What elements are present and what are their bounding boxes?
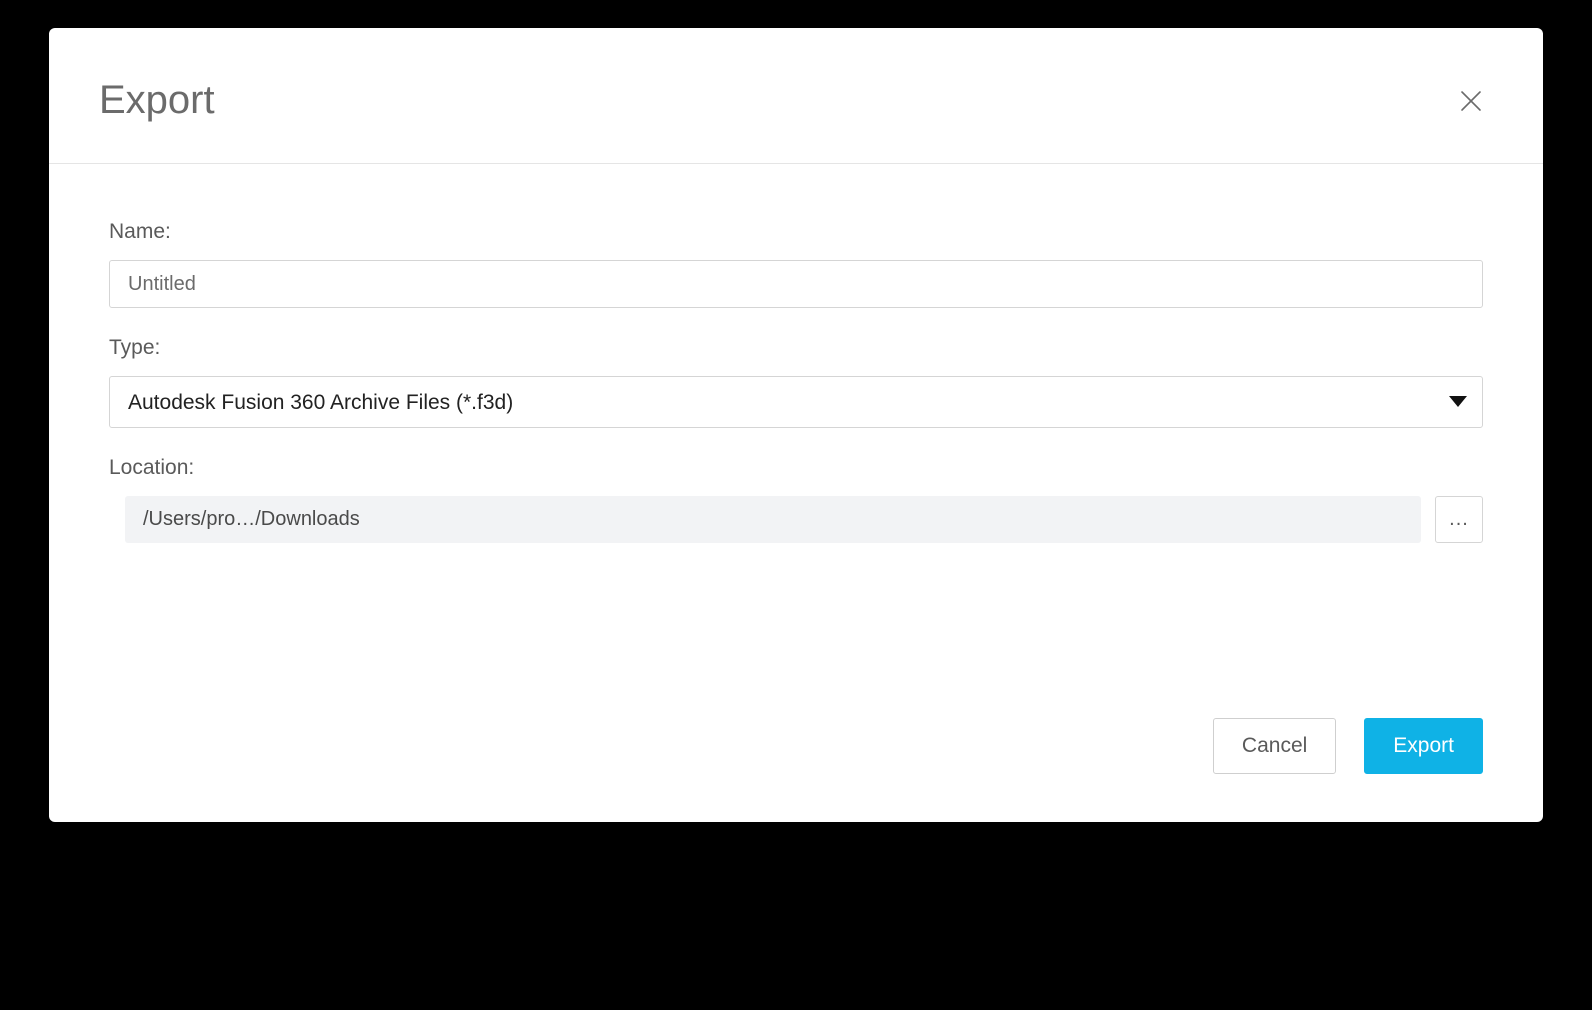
type-select-wrap: Autodesk Fusion 360 Archive Files (*.f3d…	[109, 376, 1483, 428]
location-path: /Users/pro…/Downloads	[125, 496, 1421, 543]
export-dialog: Export Name: Type: Autodesk Fusion 360 A…	[49, 28, 1543, 822]
type-select[interactable]: Autodesk Fusion 360 Archive Files (*.f3d…	[109, 376, 1483, 428]
type-label: Type:	[109, 336, 1483, 360]
export-button[interactable]: Export	[1364, 718, 1483, 774]
location-row: /Users/pro…/Downloads ...	[109, 496, 1483, 543]
dialog-title: Export	[99, 78, 215, 123]
dialog-body: Name: Type: Autodesk Fusion 360 Archive …	[49, 164, 1543, 718]
name-label: Name:	[109, 220, 1483, 244]
cancel-button[interactable]: Cancel	[1213, 718, 1336, 774]
name-field-group: Name:	[109, 220, 1483, 308]
close-icon[interactable]	[1459, 89, 1483, 113]
name-input[interactable]	[109, 260, 1483, 308]
location-label: Location:	[109, 456, 1483, 480]
dialog-header: Export	[49, 28, 1543, 164]
dialog-footer: Cancel Export	[49, 718, 1543, 822]
browse-button[interactable]: ...	[1435, 496, 1483, 543]
type-field-group: Type: Autodesk Fusion 360 Archive Files …	[109, 336, 1483, 428]
location-field-group: Location: /Users/pro…/Downloads ...	[109, 456, 1483, 543]
